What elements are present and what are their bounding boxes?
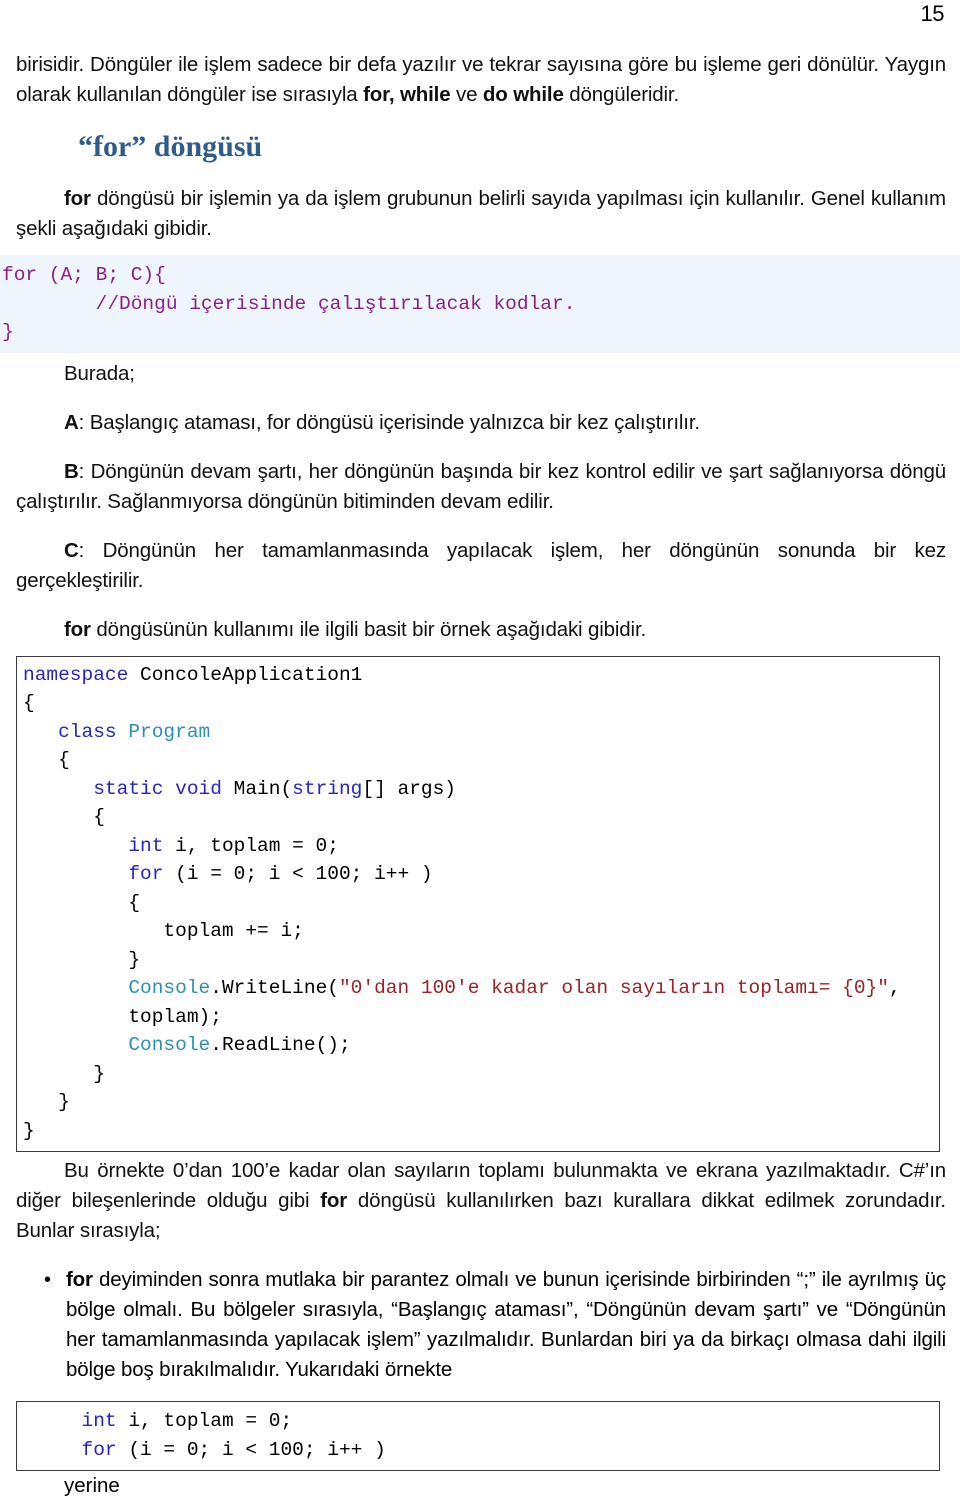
summary-paragraph: Bu örnekte 0’dan 100’e kadar olan sayıla… [16,1156,946,1246]
yerine-label: yerine [64,1474,120,1497]
code-line-17: } [23,1119,35,1142]
item-a-text: : Başlangıç ataması, for döngüsü içerisi… [78,410,700,434]
code-args-rest: [] args) [362,777,457,800]
code-string-literal: "0'dan 100'e kadar olan sayıların toplam… [338,977,889,999]
code-indent-08 [23,863,128,885]
final-keyword-for: for [81,1438,117,1461]
document-page: 15 birisidir. Döngüler ile işlem sadece … [0,0,960,1497]
code-type-program: Program [116,720,211,743]
syntax-closing-brace: } [2,321,14,343]
code-keyword-int: int [128,834,164,857]
bullet-bold-for: for [66,1268,93,1291]
item-a-paragraph: A: Başlangıç ataması, for döngüsü içeris… [16,408,946,438]
intro-bold-do-while: do while [482,83,564,106]
code-keyword-void: void [163,777,222,800]
item-c-text: : Döngünün her tamamlanmasında yapılacak… [16,538,946,592]
summary-bold-for: for [320,1189,348,1212]
final-code-block: int i, toplam = 0; for (i = 0; i < 100; … [16,1401,940,1471]
item-a-letter: A [64,410,79,434]
definition-text: döngüsü bir işlemin ya da işlem grubunun… [16,187,946,240]
code-line-11: } [23,948,141,971]
code-line-15: } [23,1062,105,1085]
code-keyword-class: class [58,720,117,743]
code-indent-05 [23,778,93,800]
code-line-12-end: , [888,977,901,999]
code-for-header: (i = 0; i < 100; i++ ) [163,863,433,885]
intro-text-2: ve [450,83,483,106]
code-indent-12 [23,977,128,999]
rules-bullet-item: • for deyiminden sonra mutlaka bir parant… [16,1265,946,1385]
code-line-10: toplam += i; [23,920,304,942]
item-c-paragraph: C: Döngünün her tamamlanmasında yapılaca… [16,536,946,596]
page-number: 15 [920,1,945,26]
code-indent-03 [23,721,58,743]
final-for-header: (i = 0; i < 100; i++ ) [116,1438,386,1461]
example-intro-bold-for: for [64,617,91,641]
syntax-line1-rest: (A; B; C){ [37,264,166,286]
code-type-console-write: Console [128,977,211,999]
intro-paragraph: birisidir. Döngüler ile işlem sadece bir… [16,50,946,110]
code-indent-07 [23,835,128,857]
code-line-04: { [23,749,70,771]
code-type-console-read: Console [128,1034,211,1056]
code-line-16: } [23,1091,70,1113]
code-main-signature: Main( [221,777,293,800]
code-namespace-name: ConcoleApplication1 [128,663,363,686]
final-indent-2 [23,1439,82,1461]
code-keyword-static: static [93,777,164,800]
code-readline-call: .ReadLine(); [210,1034,351,1056]
intro-bold-for-while: for, while [363,83,451,106]
section-heading: “for” döngüsü [78,130,263,163]
code-line-13: toplam); [23,1005,222,1028]
syntax-code-block: for (A; B; C){ //Döngü içerisinde çalışt… [0,255,960,353]
example-intro-paragraph: for döngüsünün kullanımı ile ilgili basi… [16,615,946,645]
code-writeline-call: .WriteLine( [210,977,339,999]
final-declaration: i, toplam = 0; [116,1410,293,1432]
burada-label: Burada; [64,361,135,385]
code-line-09: { [23,891,141,914]
example-code-block: namespace ConcoleApplication1 { class Pr… [16,655,940,1152]
example-intro-text: döngüsünün kullanımı ile ilgili basit bi… [90,617,647,641]
code-declaration-07: i, toplam = 0; [163,834,339,857]
code-line-02: { [23,692,35,714]
syntax-comment-line: //Döngü içerisinde çalıştırılacak kodlar… [2,292,576,315]
item-b-text: : Döngünün devam şartı, her döngünün baş… [16,459,946,513]
code-keyword-string: string [292,777,363,800]
item-b-paragraph: B: Döngünün devam şartı, her döngünün ba… [16,457,946,517]
code-indent-14 [23,1034,128,1056]
code-keyword-namespace: namespace [23,663,129,686]
intro-text-3: döngüleridir. [563,83,680,106]
code-line-06: { [23,806,105,828]
bullet-marker-icon: • [44,1269,51,1291]
definition-bold-for: for [64,187,91,210]
syntax-keyword-for: for [2,264,38,286]
bullet-text: deyiminden sonra mutlaka bir parantez ol… [66,1268,946,1381]
final-keyword-int: int [81,1410,117,1432]
item-c-letter: C [64,538,79,562]
final-indent-1 [23,1410,82,1432]
code-keyword-for: for [128,863,164,885]
item-b-letter: B [64,459,79,483]
definition-paragraph: for döngüsü bir işlemin ya da işlem grub… [16,184,946,244]
